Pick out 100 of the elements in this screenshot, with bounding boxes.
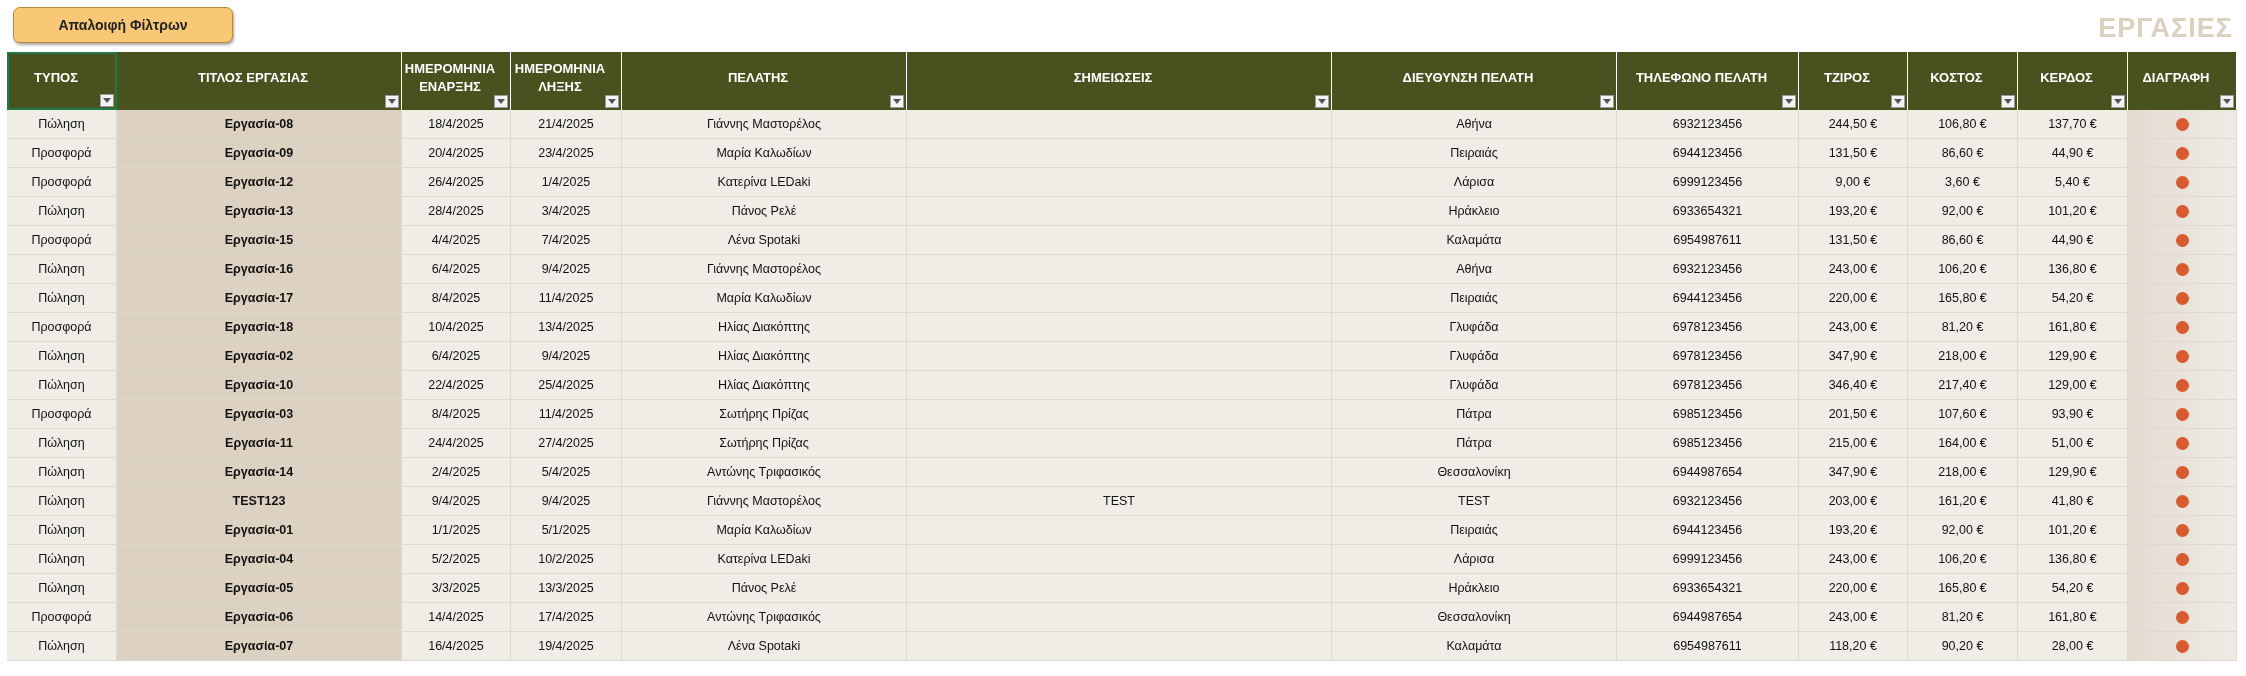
table-cell: 6/4/2025 [402,342,511,371]
table-cell: 21/4/2025 [511,110,622,139]
table-cell: Πάνος Ρελέ [622,574,907,603]
table-cell: Αθήνα [1332,110,1617,139]
table-cell: 243,00 € [1799,313,1908,342]
column-header-label: ΣΗΜΕΙΩΣΕΙΣ [1073,69,1153,87]
delete-dot-icon[interactable] [2175,204,2189,218]
table-cell: Πώληση [7,429,117,458]
table-cell: 9,00 € [1799,168,1908,197]
table-cell: 346,40 € [1799,371,1908,400]
table-cell: Γιάννης Μαστορέλος [622,110,907,139]
delete-dot-icon[interactable] [2175,552,2189,566]
delete-dot-icon[interactable] [2175,262,2189,276]
table-cell: 6999123456 [1617,168,1799,197]
table-cell: Προσφορά [7,226,117,255]
table-cell: Λένα Spotaki [622,632,907,661]
column-header-label: ΤΙΤΛΟΣ ΕΡΓΑΣΙΑΣ [197,69,309,87]
column-header-label: ΤΖΙΡΟΣ [1823,69,1871,87]
table-cell: 6932123456 [1617,255,1799,284]
table-cell: 13/3/2025 [511,574,622,603]
delete-dot-icon[interactable] [2175,436,2189,450]
delete-dot-icon[interactable] [2175,117,2189,131]
delete-dot-icon[interactable] [2175,465,2189,479]
table-cell: 218,00 € [1908,458,2018,487]
filter-dropdown-icon[interactable] [890,95,904,108]
table-cell: 6944987654 [1617,458,1799,487]
table-cell: Εργασία-09 [117,139,402,168]
filter-dropdown-icon[interactable] [2220,95,2234,108]
table-cell: 25/4/2025 [511,371,622,400]
table-cell: Εργασία-15 [117,226,402,255]
filter-dropdown-icon[interactable] [1782,95,1796,108]
table-cell: Πάνος Ρελέ [622,197,907,226]
table-cell: Εργασία-01 [117,516,402,545]
delete-dot-icon[interactable] [2175,407,2189,421]
table-cell: 1/4/2025 [511,168,622,197]
table-cell: 129,90 € [2018,342,2128,371]
delete-dot-icon[interactable] [2175,291,2189,305]
table-cell: Πώληση [7,284,117,313]
sheet-title: ΕΡΓΑΣΙΕΣ [2098,13,2233,44]
table-cell: Εργασία-05 [117,574,402,603]
delete-dot-icon[interactable] [2175,320,2189,334]
filter-dropdown-icon[interactable] [1891,95,1905,108]
table-cell: 165,80 € [1908,284,2018,313]
delete-dot-icon[interactable] [2175,581,2189,595]
delete-dot-icon[interactable] [2175,610,2189,624]
filter-dropdown-icon[interactable] [100,94,114,107]
table-cell: Ηλίας Διακόπτης [622,371,907,400]
delete-dot-icon[interactable] [2175,523,2189,537]
table-cell: Ηράκλειο [1332,574,1617,603]
table-cell: 20/4/2025 [402,139,511,168]
delete-dot-icon[interactable] [2175,175,2189,189]
table-cell: 22/4/2025 [402,371,511,400]
filter-dropdown-icon[interactable] [2111,95,2125,108]
table-cell: 11/4/2025 [511,284,622,313]
table-cell: Ηλίας Διακόπτης [622,342,907,371]
table-cell: 131,50 € [1799,139,1908,168]
filter-dropdown-icon[interactable] [1315,95,1329,108]
filter-dropdown-icon[interactable] [605,95,619,108]
table-cell: Προσφορά [7,168,117,197]
table-cell: 5/4/2025 [511,458,622,487]
table-cell: Πειραιάς [1332,516,1617,545]
delete-dot-icon[interactable] [2175,639,2189,653]
table-cell: 10/4/2025 [402,313,511,342]
table-cell: 101,20 € [2018,516,2128,545]
filter-dropdown-icon[interactable] [1600,95,1614,108]
table-cell: Εργασία-07 [117,632,402,661]
table-cell: 92,00 € [1908,516,2018,545]
table-cell: Κατερίνα LEDaki [622,168,907,197]
table-cell: Πειραιάς [1332,139,1617,168]
table-cell: 217,40 € [1908,371,2018,400]
table-cell: 137,70 € [2018,110,2128,139]
filter-dropdown-icon[interactable] [494,95,508,108]
table-cell: 106,80 € [1908,110,2018,139]
column-header-label: ΤΗΛΕΦΩΝΟ ΠΕΛΑΤΗ [1635,69,1768,87]
table-cell: 92,00 € [1908,197,2018,226]
table-cell: 243,00 € [1799,255,1908,284]
table-cell: Λάρισα [1332,545,1617,574]
table-cell: Μαρία Καλωδίων [622,139,907,168]
filter-dropdown-icon[interactable] [2001,95,2015,108]
table-cell: Αθήνα [1332,255,1617,284]
table-cell: 86,60 € [1908,226,2018,255]
table-cell: 161,80 € [2018,603,2128,632]
delete-dot-icon[interactable] [2175,146,2189,160]
table-cell: Γλυφάδα [1332,313,1617,342]
delete-dot-icon[interactable] [2175,233,2189,247]
delete-dot-icon[interactable] [2175,378,2189,392]
table-cell: 6978123456 [1617,313,1799,342]
filter-dropdown-icon[interactable] [385,95,399,108]
table-cell: 8/4/2025 [402,284,511,313]
table-cell: 129,00 € [2018,371,2128,400]
table-cell: TEST [907,487,1332,516]
delete-dot-icon[interactable] [2175,349,2189,363]
clear-filters-button[interactable]: Απαλοιφή Φίλτρων [13,7,233,43]
delete-dot-icon[interactable] [2175,494,2189,508]
table-cell: Πώληση [7,197,117,226]
table-cell: 10/2/2025 [511,545,622,574]
table-cell: 23/4/2025 [511,139,622,168]
table-cell: 19/4/2025 [511,632,622,661]
table-cell: Πώληση [7,516,117,545]
table-cell: Πειραιάς [1332,284,1617,313]
